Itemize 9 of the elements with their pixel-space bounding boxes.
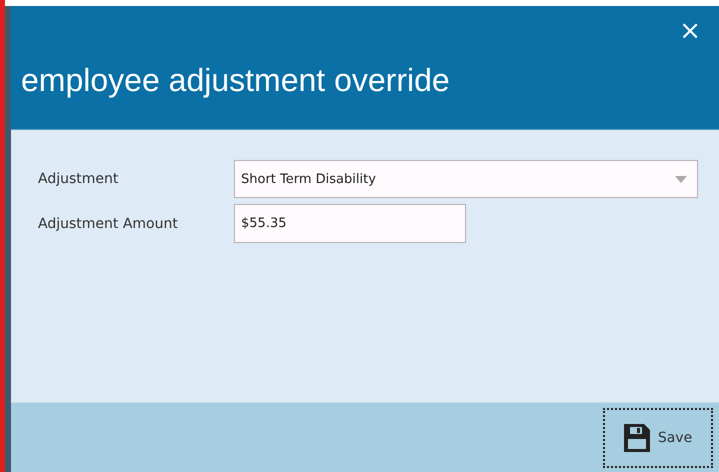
close-button[interactable]: × — [679, 18, 701, 44]
caret-icon — [675, 176, 687, 182]
adjustment-dropdown[interactable]: Short Term Disability — [234, 160, 698, 198]
dropdown-value: Short Term Disability — [241, 172, 376, 186]
amount-field[interactable]: $55.35 — [234, 204, 466, 243]
dialog-title: employee adjustment override — [21, 62, 451, 99]
field-label: Adjustment Amount — [38, 216, 179, 232]
save-button[interactable]: Save — [603, 408, 713, 468]
field-label: Adjustment — [38, 171, 120, 187]
